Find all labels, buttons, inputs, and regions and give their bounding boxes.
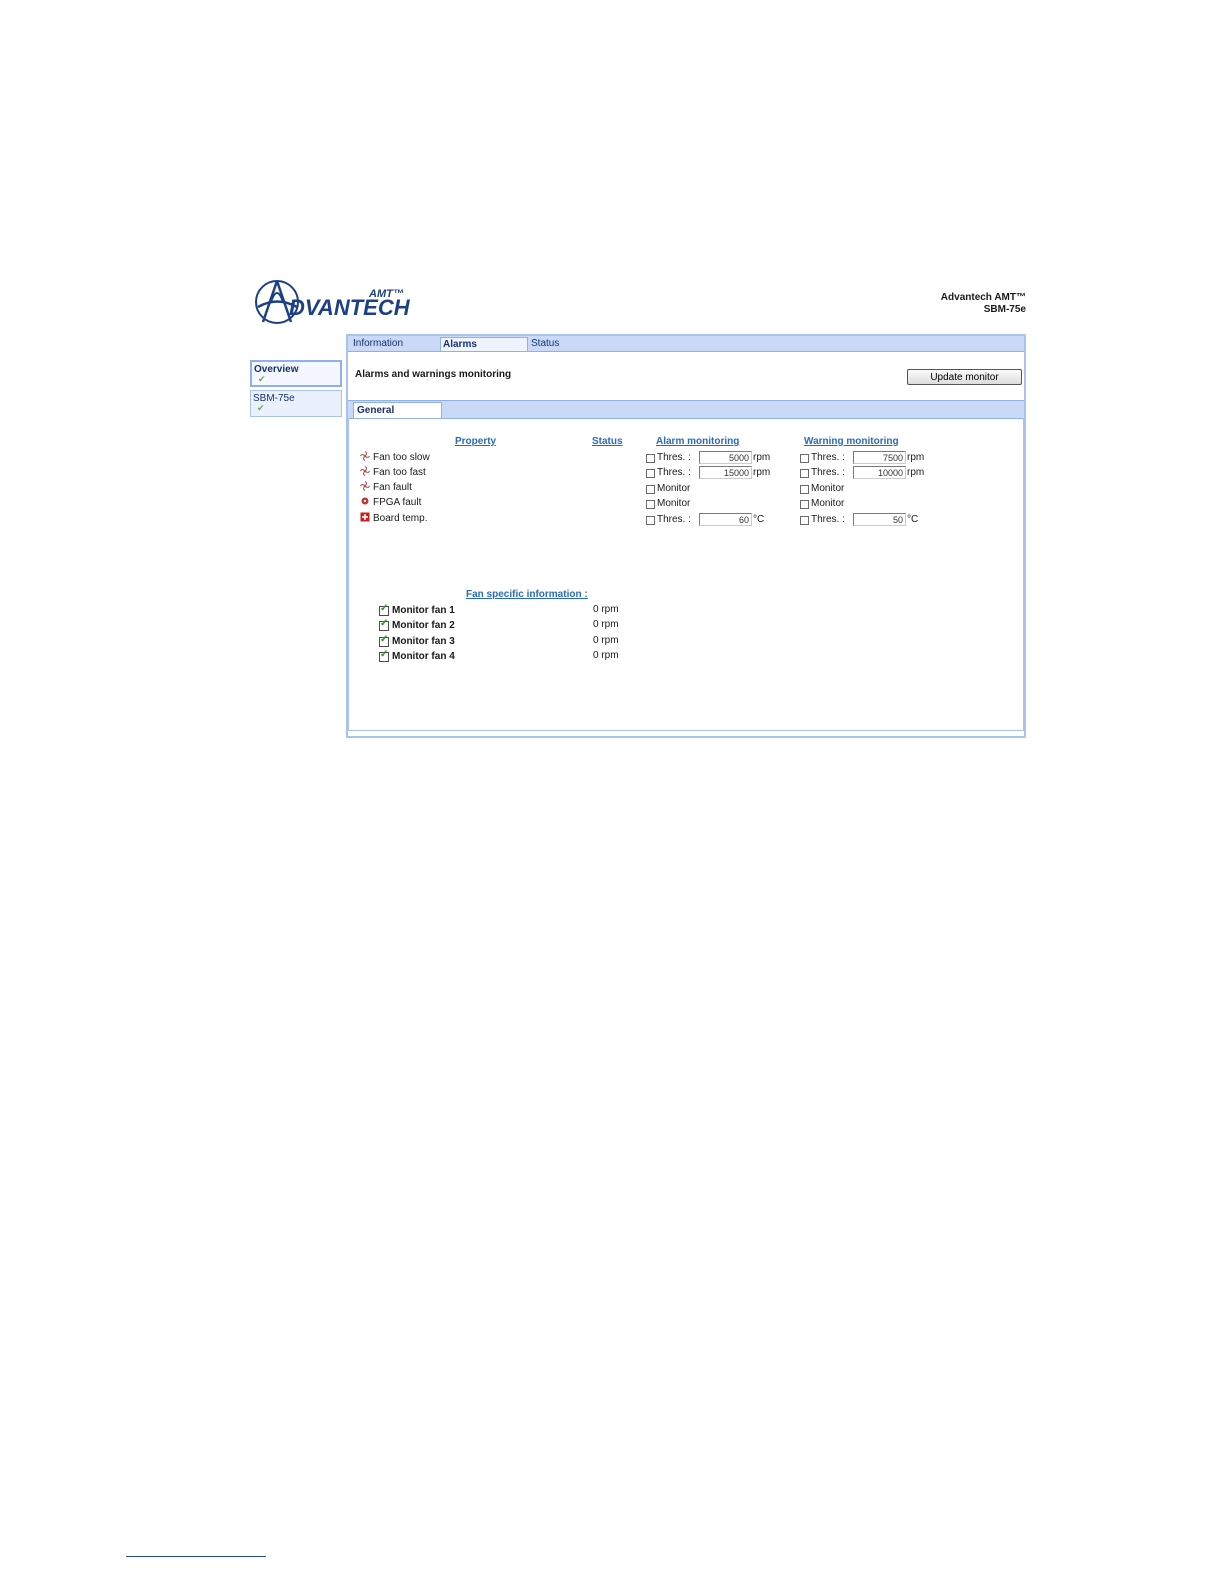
- unit-label: rpm: [753, 467, 771, 478]
- column-header-alarm[interactable]: Alarm monitoring: [656, 436, 739, 447]
- advantech-logo: DVANTECH AMT™: [253, 276, 413, 328]
- warning-fan-fast-checkbox[interactable]: [800, 469, 809, 478]
- warning-fan-slow-checkbox[interactable]: [800, 454, 809, 463]
- warning-board-temp-checkbox[interactable]: [800, 516, 809, 525]
- brand-company: Advantech AMT™: [940, 292, 1026, 303]
- logo-superscript: AMT™: [369, 288, 404, 300]
- fan-icon: [360, 451, 370, 461]
- property-board-temp: Board temp.: [360, 512, 427, 524]
- unit-label: rpm: [753, 452, 771, 463]
- alarm-fan-fast-checkbox[interactable]: [646, 469, 655, 478]
- property-label: Fan too fast: [373, 467, 426, 478]
- monitor-fan-2-checkbox[interactable]: [379, 618, 389, 631]
- tab-status[interactable]: Status: [531, 337, 611, 351]
- warning-fpga-fault-checkbox[interactable]: [800, 500, 809, 509]
- warning-threshold-label: Thres. :: [811, 514, 845, 525]
- tab-information[interactable]: Information: [353, 337, 438, 351]
- monitor-fan-3-checkbox[interactable]: [379, 634, 389, 647]
- alarm-monitor-label: Monitor: [657, 498, 691, 509]
- tab-bar: Information Alarms Status: [348, 336, 1024, 352]
- content-area: [348, 418, 1024, 731]
- brand-model: SBM-75e: [983, 304, 1026, 315]
- check-icon: ✔: [258, 374, 266, 384]
- alarm-board-temp-input[interactable]: [699, 513, 752, 526]
- property-label: Board temp.: [373, 513, 428, 524]
- alarm-fan-slow-input[interactable]: [699, 451, 752, 464]
- brand-info: Advantech AMT™ SBM-75e: [941, 292, 1026, 316]
- fan-info-heading[interactable]: Fan specific information :: [466, 589, 588, 600]
- property-fan-fault: Fan fault: [360, 481, 412, 493]
- fan-icon: [360, 481, 370, 491]
- alarm-threshold-label: Thres. :: [657, 452, 691, 463]
- monitor-fan-1-checkbox[interactable]: [379, 603, 389, 616]
- monitor-fan-2-label: Monitor fan 2: [392, 620, 455, 631]
- footnote-divider: [126, 1556, 266, 1557]
- unit-label: rpm: [907, 467, 925, 478]
- alarm-fan-slow-checkbox[interactable]: [646, 454, 655, 463]
- monitor-fan-3-label: Monitor fan 3: [392, 636, 455, 647]
- sidebar-item-sbm-75e[interactable]: SBM-75e ✔: [250, 390, 342, 417]
- subtab-general[interactable]: General: [353, 402, 442, 418]
- fan-1-speed: 0 rpm: [593, 604, 619, 615]
- unit-label: °C: [753, 514, 765, 525]
- alarm-fan-fast-input[interactable]: [699, 466, 752, 479]
- sidebar-item-label: Overview: [254, 364, 299, 375]
- monitor-fan-4-label: Monitor fan 4: [392, 651, 455, 662]
- page-title: Alarms and warnings monitoring: [355, 369, 512, 380]
- warning-threshold-label: Thres. :: [811, 467, 845, 478]
- property-fpga-fault: FPGA fault: [360, 496, 421, 508]
- warning-fan-fast-input[interactable]: [853, 466, 906, 479]
- warning-threshold-label: Thres. :: [811, 452, 845, 463]
- board-temp-icon: [360, 512, 370, 522]
- warning-board-temp-input[interactable]: [853, 513, 906, 526]
- update-monitor-button[interactable]: Update monitor: [907, 369, 1022, 385]
- fan-icon: [360, 466, 370, 476]
- column-header-warning[interactable]: Warning monitoring: [804, 436, 899, 447]
- warning-fan-slow-input[interactable]: [853, 451, 906, 464]
- property-label: Fan fault: [373, 482, 412, 493]
- warning-fan-fault-checkbox[interactable]: [800, 485, 809, 494]
- check-icon: ✔: [257, 403, 265, 413]
- unit-label: rpm: [907, 452, 925, 463]
- property-fan-too-fast: Fan too fast: [360, 466, 426, 478]
- property-label: FPGA fault: [373, 497, 422, 508]
- alarm-monitor-label: Monitor: [657, 483, 691, 494]
- fan-4-speed: 0 rpm: [593, 650, 619, 661]
- property-fan-too-slow: Fan too slow: [360, 451, 430, 463]
- fan-2-speed: 0 rpm: [593, 619, 619, 630]
- monitor-fan-4-checkbox[interactable]: [379, 649, 389, 662]
- alarm-fan-fault-checkbox[interactable]: [646, 485, 655, 494]
- alarm-board-temp-checkbox[interactable]: [646, 516, 655, 525]
- tab-alarms[interactable]: Alarms: [440, 337, 528, 351]
- column-header-property[interactable]: Property: [455, 436, 496, 447]
- sidebar-item-label: SBM-75e: [253, 393, 295, 404]
- unit-label: °C: [907, 514, 919, 525]
- warning-monitor-label: Monitor: [811, 483, 845, 494]
- property-label: Fan too slow: [373, 452, 430, 463]
- fan-3-speed: 0 rpm: [593, 635, 619, 646]
- sidebar-item-overview[interactable]: Overview ✔: [250, 360, 342, 387]
- alarm-fpga-fault-checkbox[interactable]: [646, 500, 655, 509]
- warning-monitor-label: Monitor: [811, 498, 845, 509]
- alarm-threshold-label: Thres. :: [657, 514, 691, 525]
- monitor-fan-1-label: Monitor fan 1: [392, 605, 455, 616]
- subtab-bar: [348, 400, 1024, 419]
- chip-icon: [361, 497, 369, 505]
- column-header-status[interactable]: Status: [592, 436, 623, 447]
- alarm-threshold-label: Thres. :: [657, 467, 691, 478]
